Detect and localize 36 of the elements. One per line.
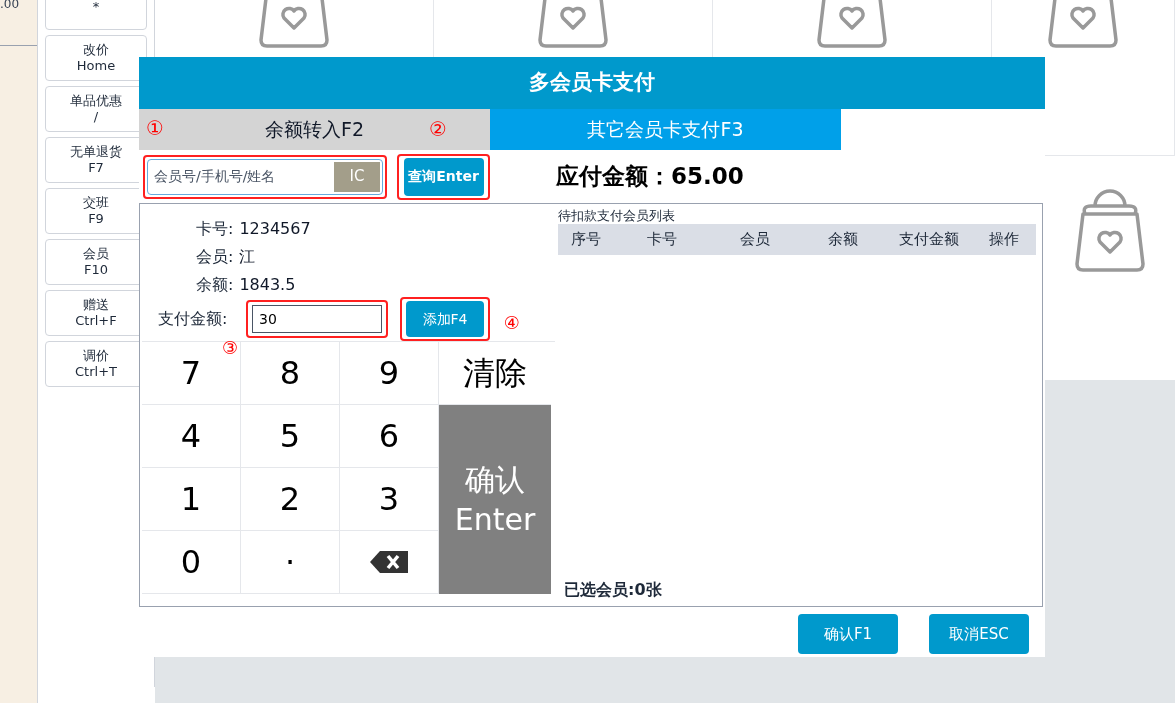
column-header: 会员 <box>739 229 771 251</box>
dialog-title: 多会员卡支付 <box>139 57 1045 109</box>
annotation-number: ② <box>429 115 447 142</box>
sidebar-button[interactable]: * <box>45 0 147 30</box>
info-label: 余额: <box>196 274 234 296</box>
search-input[interactable]: 会员号/手机号/姓名 <box>154 166 332 187</box>
keypad-key[interactable]: 3 <box>340 468 439 531</box>
pay-amount-field[interactable]: 30 <box>252 305 382 333</box>
amount-due: 应付金额：65.00 <box>556 162 744 192</box>
column-header: 操作 <box>988 229 1020 251</box>
info-value: 江 <box>239 246 256 268</box>
confirm-key[interactable]: 确认 Enter <box>439 405 551 594</box>
keypad-key[interactable]: 5 <box>241 405 340 468</box>
keypad-key[interactable]: 4 <box>142 405 241 468</box>
keypad-key[interactable]: · <box>241 531 340 594</box>
list-title: 待扣款支付会员列表 <box>558 208 676 224</box>
keypad-key[interactable]: 2 <box>241 468 340 531</box>
sidebar-button[interactable]: 改价 Home <box>45 35 147 81</box>
column-header: 卡号 <box>646 229 678 251</box>
annotation-number: ④ <box>503 313 520 333</box>
pay-amount-label: 支付金额: <box>158 308 229 330</box>
selected-count: 已选会员:0张 <box>564 579 663 601</box>
column-header: 余额 <box>827 229 859 251</box>
column-header: 序号 <box>570 229 602 251</box>
info-label: 卡号: <box>196 218 234 240</box>
backspace-icon[interactable] <box>370 551 408 573</box>
info-value: 1234567 <box>239 218 311 240</box>
column-header: 支付金额 <box>898 229 960 251</box>
info-label: 会员: <box>196 246 234 268</box>
keypad-key[interactable]: 8 <box>241 342 340 405</box>
keypad-key[interactable]: 0 <box>142 531 241 594</box>
keypad-key[interactable]: 9 <box>340 342 439 405</box>
info-value: 1843.5 <box>239 274 296 296</box>
keypad-key[interactable]: 6 <box>340 405 439 468</box>
keypad-key[interactable]: 1 <box>142 468 241 531</box>
annotation-number: ① <box>146 114 164 141</box>
